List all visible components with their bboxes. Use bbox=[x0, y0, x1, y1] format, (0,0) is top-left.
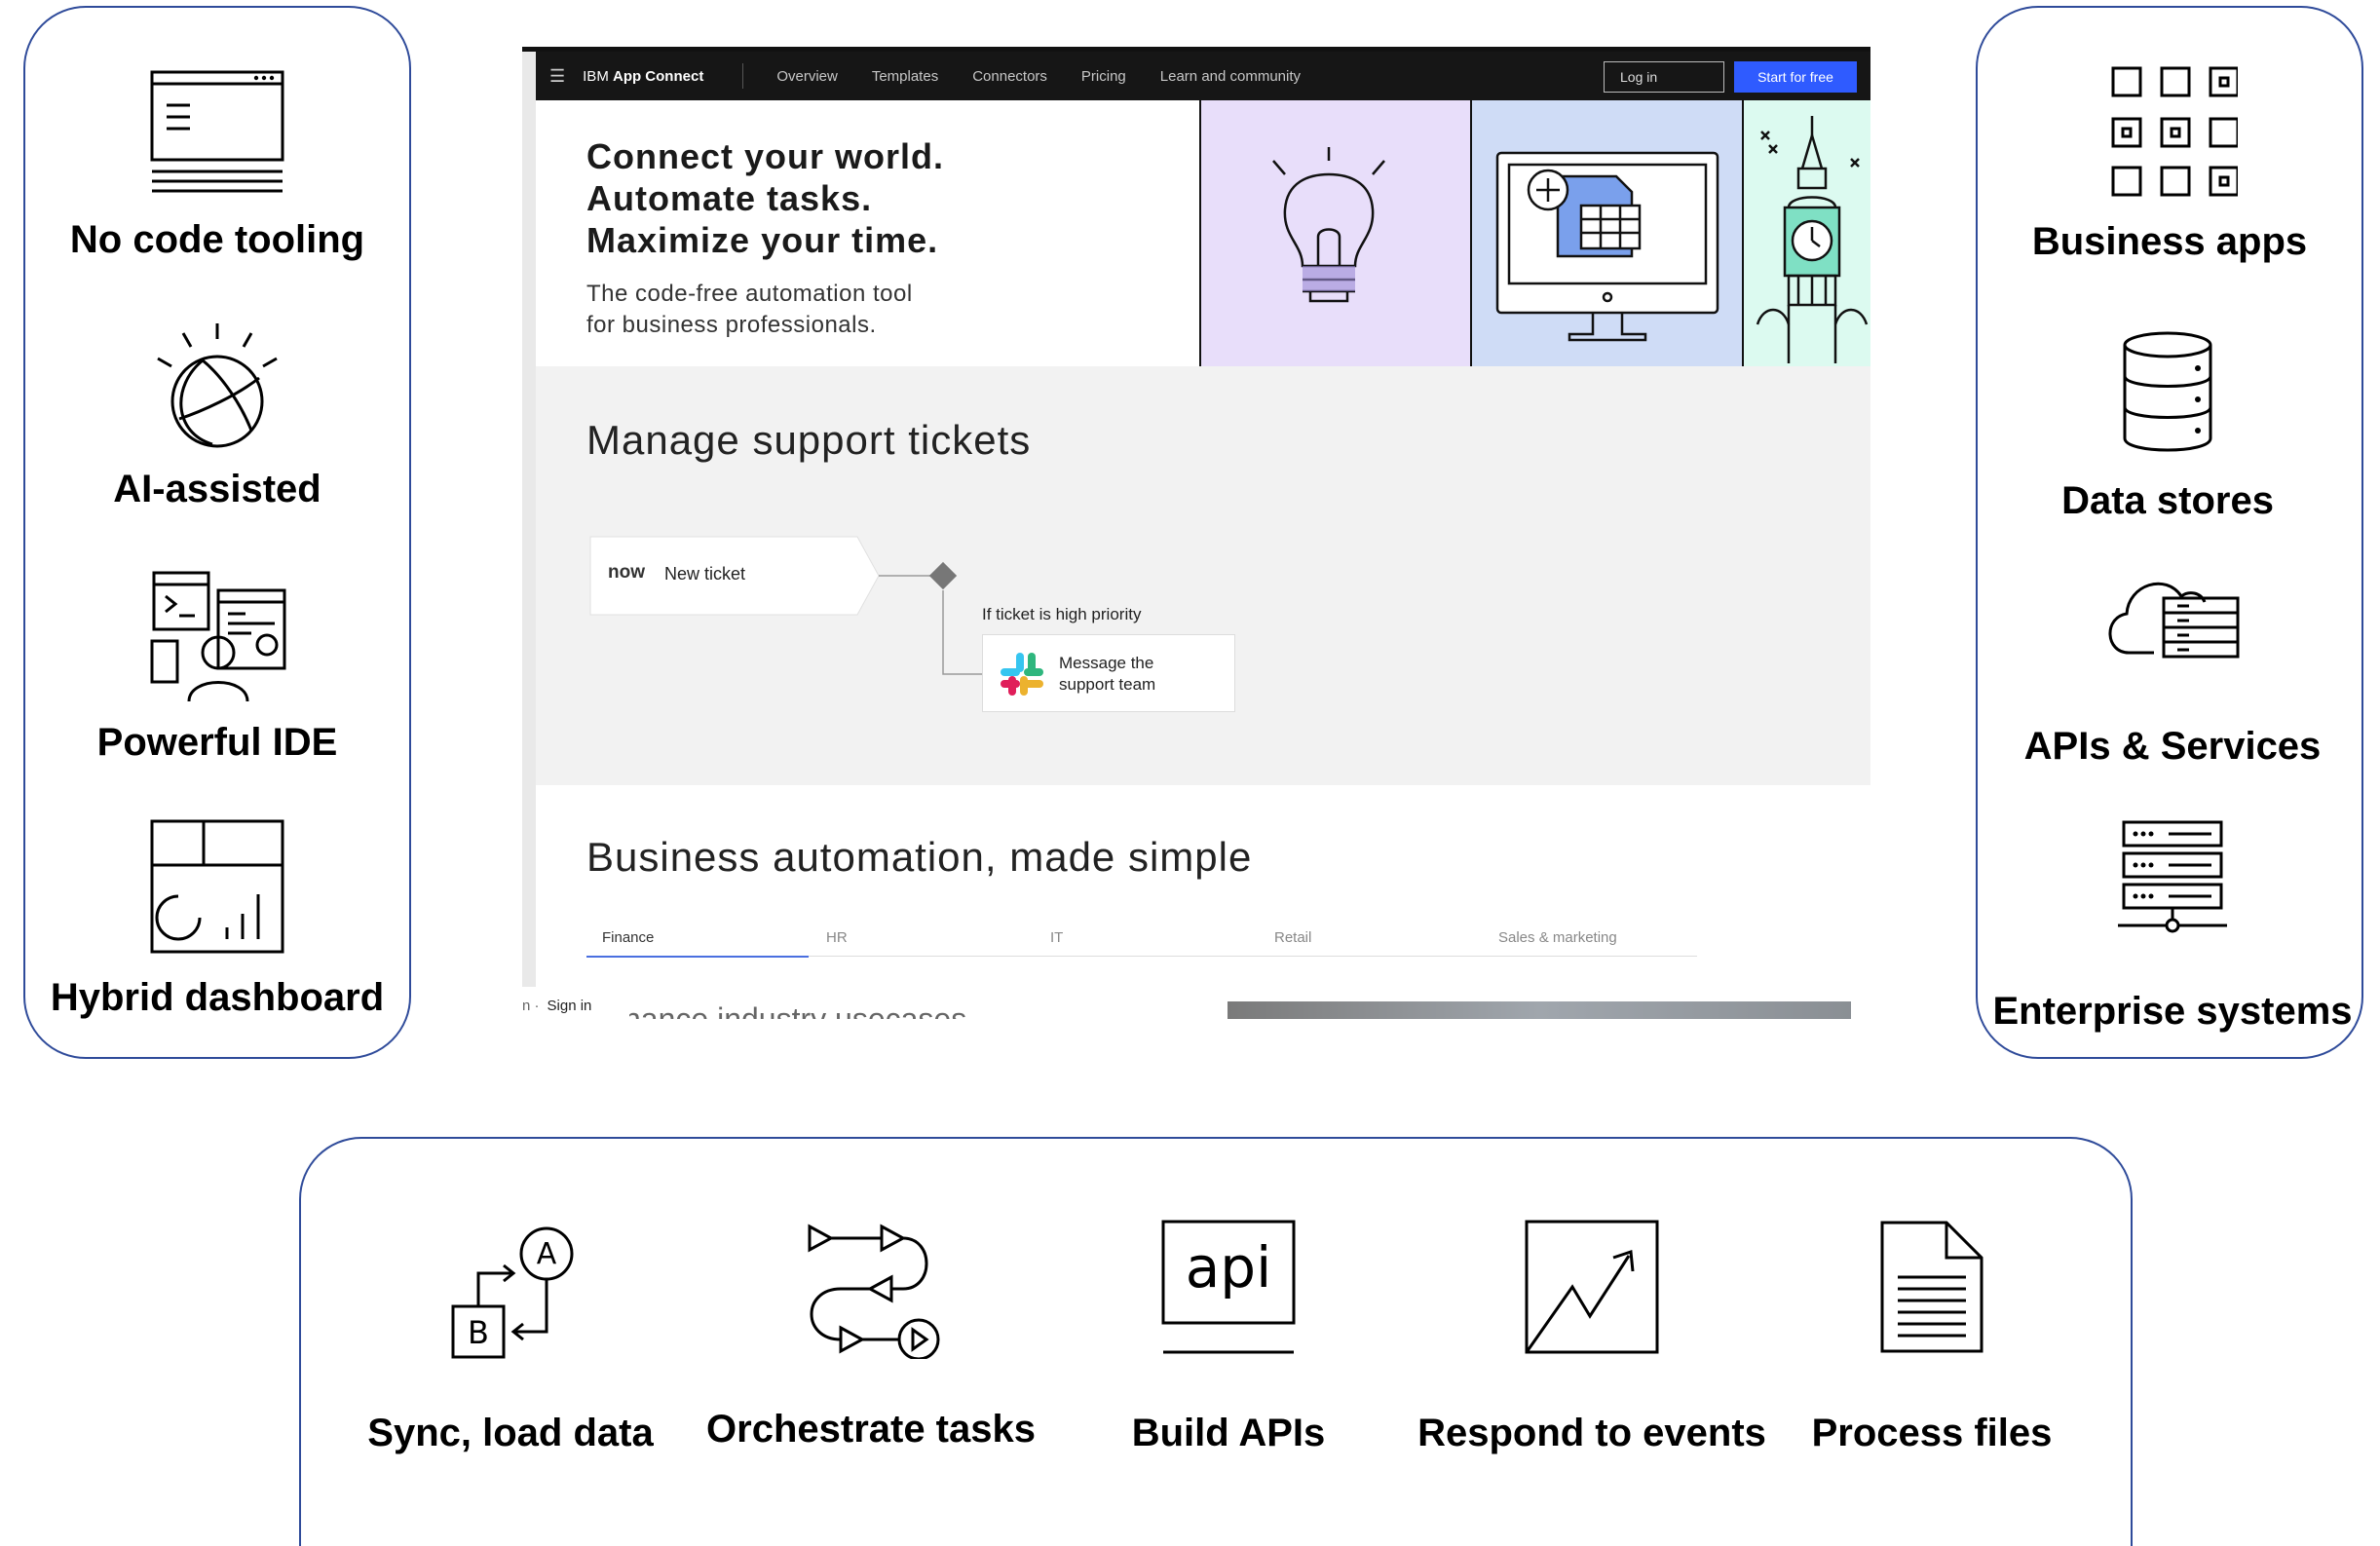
feature-hybrid-dashboard: Hybrid dashboard bbox=[25, 818, 409, 1020]
new-ticket-label: New ticket bbox=[664, 564, 746, 584]
message-support-label: Message the support team bbox=[1059, 653, 1155, 696]
nav-pricing[interactable]: Pricing bbox=[1081, 68, 1126, 85]
hero-tile-clocktower bbox=[1742, 100, 1870, 366]
feature-label: Process files bbox=[1811, 1412, 2053, 1454]
condition-label: If ticket is high priority bbox=[982, 605, 1142, 623]
top-navigation: ☰ IBM App Connect Overview Templates Con… bbox=[536, 52, 1870, 100]
feature-label: Enterprise systems bbox=[1992, 990, 2353, 1033]
left-capabilities-panel: No code tooling AI-assisted Powerful IDE… bbox=[23, 6, 411, 1059]
tab-sales-marketing[interactable]: Sales & marketing bbox=[1498, 929, 1617, 946]
message-line: Message the bbox=[1059, 654, 1154, 672]
feature-label: Powerful IDE bbox=[96, 721, 338, 764]
feature-ai-assisted: AI-assisted bbox=[25, 318, 409, 511]
cloud-services-icon bbox=[2108, 582, 2240, 659]
support-tickets-section: Manage support tickets now New ticket If… bbox=[536, 366, 1870, 785]
signin-label: Sign in bbox=[547, 997, 592, 1014]
feature-label: Data stores bbox=[2061, 479, 2274, 522]
clock-tower-icon bbox=[1756, 116, 1869, 363]
hero-tile-lightbulb bbox=[1199, 100, 1470, 366]
headline-line: Connect your world. bbox=[586, 136, 945, 176]
tab-hr[interactable]: HR bbox=[826, 929, 848, 946]
subtitle-line: for business professionals. bbox=[586, 312, 877, 338]
browser-window-icon bbox=[150, 70, 284, 193]
feature-sync-load-data: A B Sync, load data bbox=[340, 1225, 681, 1455]
feature-label: Business apps bbox=[2031, 220, 2308, 263]
tab-finance[interactable]: Finance bbox=[602, 929, 654, 946]
nav-connectors[interactable]: Connectors bbox=[972, 68, 1047, 85]
feature-label: Respond to events bbox=[1417, 1412, 1766, 1454]
feature-business-apps: Business apps bbox=[1978, 62, 2361, 264]
lightbulb-globe-icon bbox=[157, 323, 278, 448]
subtitle-line: The code-free automation tool bbox=[586, 281, 913, 307]
dashboard-icon bbox=[150, 819, 284, 954]
nav-templates[interactable]: Templates bbox=[872, 68, 938, 85]
sync-ab-icon: A B bbox=[451, 1226, 574, 1359]
brand-name: App Connect bbox=[612, 67, 704, 85]
screenshot-side-strip bbox=[522, 52, 536, 1019]
database-icon bbox=[2123, 331, 2212, 452]
usecase-image bbox=[1228, 1001, 1851, 1019]
svg-text:A: A bbox=[537, 1237, 557, 1271]
app-grid-icon bbox=[2111, 66, 2238, 197]
slack-action-node[interactable]: Message the support team bbox=[982, 634, 1235, 712]
feature-label: Hybrid dashboard bbox=[50, 976, 385, 1019]
feature-label: Build APIs bbox=[1131, 1412, 1326, 1454]
monitor-spreadsheet-icon bbox=[1495, 151, 1719, 342]
start-for-free-button[interactable]: Start for free bbox=[1734, 61, 1857, 93]
feature-label: No code tooling bbox=[69, 218, 365, 261]
api-icon-text: api bbox=[1186, 1234, 1271, 1301]
hero-headline: Connect your world. Automate tasks. Maxi… bbox=[586, 135, 944, 261]
feature-apis-services: APIs & Services bbox=[1978, 561, 2367, 769]
feature-data-stores: Data stores bbox=[1978, 329, 2358, 523]
tab-it[interactable]: IT bbox=[1050, 929, 1063, 946]
business-automation-section: Business automation, made simple Finance… bbox=[536, 785, 1870, 1019]
feature-process-files: Process files bbox=[1786, 1219, 2078, 1455]
feature-orchestrate-tasks: Orchestrate tasks bbox=[700, 1223, 1041, 1452]
feature-label: AI-assisted bbox=[113, 468, 321, 510]
document-icon bbox=[1880, 1221, 1983, 1353]
brand-prefix: IBM bbox=[583, 67, 609, 85]
orchestrate-flow-icon bbox=[808, 1224, 940, 1359]
hero-tile-monitor bbox=[1470, 100, 1742, 366]
slack-logo-icon bbox=[1001, 653, 1043, 696]
feature-no-code-tooling: No code tooling bbox=[25, 62, 409, 262]
nav-overview[interactable]: Overview bbox=[776, 68, 838, 85]
server-rack-icon bbox=[2118, 820, 2227, 933]
hero-section: Connect your world. Automate tasks. Maxi… bbox=[536, 100, 1199, 366]
nav-learn-community[interactable]: Learn and community bbox=[1160, 68, 1301, 85]
headline-line: Maximize your time. bbox=[586, 220, 939, 260]
tab-divider-line bbox=[809, 956, 1697, 957]
right-integrations-panel: Business apps Data stores APIs & Service… bbox=[1976, 6, 2363, 1059]
trend-chart-icon bbox=[1525, 1220, 1659, 1354]
servicenow-logo: now bbox=[608, 562, 645, 583]
message-line: support team bbox=[1059, 675, 1156, 694]
developer-ide-icon bbox=[150, 571, 286, 702]
lightbulb-icon bbox=[1272, 147, 1385, 303]
servicenow-trigger-node[interactable]: now New ticket bbox=[590, 537, 824, 615]
usecases-heading: nance industry usecases bbox=[623, 1001, 967, 1019]
feature-respond-to-events: Respond to events bbox=[1402, 1219, 1782, 1455]
signin-prefix: n · bbox=[522, 997, 540, 1014]
hamburger-menu-icon[interactable]: ☰ bbox=[549, 66, 565, 87]
nav-divider bbox=[742, 63, 744, 89]
headline-line: Automate tasks. bbox=[586, 178, 873, 218]
svg-text:B: B bbox=[468, 1314, 489, 1351]
feature-enterprise-systems: Enterprise systems bbox=[1978, 816, 2367, 1034]
feature-label: Orchestrate tasks bbox=[706, 1408, 1036, 1451]
signin-chip[interactable]: n · Sign in bbox=[522, 987, 629, 1019]
login-button[interactable]: Log in bbox=[1604, 61, 1724, 93]
brand-logo[interactable]: IBM App Connect bbox=[583, 68, 703, 85]
bottom-use-cases-panel: A B Sync, load data Orchestrate tasks ap… bbox=[299, 1137, 2133, 1546]
active-tab-underline bbox=[586, 956, 809, 958]
section-title: Business automation, made simple bbox=[586, 834, 1253, 880]
hero-subtitle: The code-free automation tool for busine… bbox=[586, 279, 913, 341]
app-connect-screenshot: ☰ IBM App Connect Overview Templates Con… bbox=[522, 47, 1870, 1019]
feature-label: APIs & Services bbox=[2023, 725, 2322, 768]
feature-build-apis: api Build APIs bbox=[1058, 1219, 1399, 1455]
feature-label: Sync, load data bbox=[367, 1412, 654, 1454]
feature-powerful-ide: Powerful IDE bbox=[25, 567, 409, 765]
api-icon: api bbox=[1161, 1220, 1296, 1354]
tab-retail[interactable]: Retail bbox=[1274, 929, 1311, 946]
